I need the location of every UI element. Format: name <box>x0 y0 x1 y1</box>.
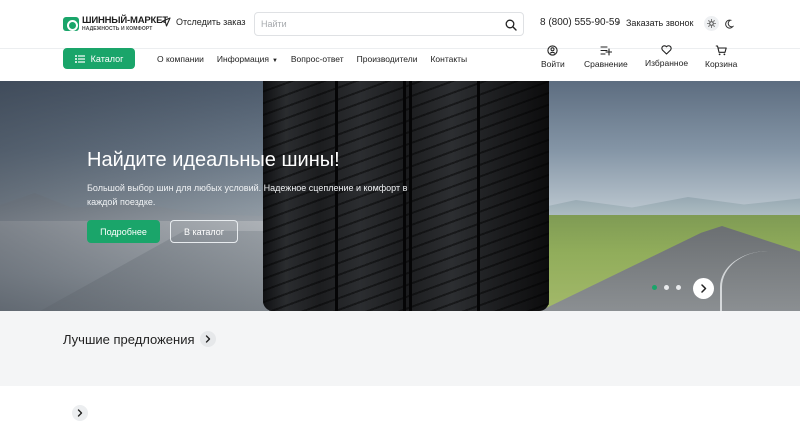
chevron-right-icon <box>205 335 211 343</box>
theme-dark-toggle[interactable] <box>724 17 735 35</box>
callback-link[interactable]: Заказать звонок <box>626 18 693 28</box>
caret-down-icon: ▼ <box>271 58 278 64</box>
slider-dot-1[interactable] <box>652 285 657 290</box>
login-label: Войти <box>541 59 565 69</box>
main-nav: О компании Информация ▼ Вопрос-ответ Прои… <box>157 54 480 64</box>
compare-icon <box>600 46 612 56</box>
heart-icon <box>661 45 672 55</box>
navigation-arrow-icon <box>161 17 171 27</box>
best-offers-section: Лучшие предложения <box>0 311 800 386</box>
separator-dot <box>617 21 620 24</box>
nav-item-brands[interactable]: Производители <box>357 54 418 64</box>
section-title: Лучшие предложения <box>63 332 195 347</box>
logo-title: ШИННЫЙ-МАРКЕТ <box>82 15 168 26</box>
to-catalog-button[interactable]: В каталог <box>170 220 238 243</box>
sun-icon <box>707 19 716 28</box>
phone-number[interactable]: 8 (800) 555-90-59 <box>540 17 620 28</box>
section-more-button[interactable] <box>72 405 88 421</box>
login-button[interactable]: Войти <box>541 45 565 69</box>
moon-icon <box>725 19 735 29</box>
logo-tagline: НАДЕЖНОСТЬ И КОМФОРТ <box>82 25 153 32</box>
track-order-link[interactable]: Отследить заказ <box>161 17 245 27</box>
slider-next-button[interactable] <box>693 278 714 299</box>
search-input[interactable] <box>261 13 496 35</box>
cart-icon <box>715 45 727 56</box>
nav-item-info-label: Информация <box>216 54 269 64</box>
compare-label: Сравнение <box>584 59 628 69</box>
nav-item-faq[interactable]: Вопрос-ответ <box>291 54 344 64</box>
hero-banner: Найдите идеальные шины! Большой выбор ши… <box>0 81 800 311</box>
chevron-right-icon <box>701 284 707 293</box>
user-icon <box>547 45 559 56</box>
list-icon <box>74 54 85 63</box>
logo[interactable]: ШИННЫЙ-МАРКЕТ НАДЕЖНОСТЬ И КОМФОРТ <box>63 16 168 32</box>
nav-item-contacts[interactable]: Контакты <box>430 54 467 64</box>
more-button[interactable]: Подробнее <box>87 220 160 243</box>
nav-item-about[interactable]: О компании <box>157 54 204 64</box>
search-icon[interactable] <box>505 18 517 36</box>
slider-dot-2[interactable] <box>664 285 669 290</box>
chevron-right-icon <box>77 409 83 417</box>
track-order-label: Отследить заказ <box>176 17 246 27</box>
slider-dot-3[interactable] <box>676 285 681 290</box>
catalog-button[interactable]: Каталог <box>63 48 135 69</box>
theme-light-toggle[interactable] <box>704 16 719 31</box>
favorites-label: Избранное <box>645 58 689 68</box>
catalog-label: Каталог <box>90 53 124 64</box>
site-header: ШИННЫЙ-МАРКЕТ НАДЕЖНОСТЬ И КОМФОРТ Отсле… <box>0 0 800 48</box>
compare-button[interactable]: Сравнение <box>584 45 628 69</box>
nav-item-info[interactable]: Информация ▼ <box>217 54 278 64</box>
search-box <box>254 12 524 36</box>
cart-button[interactable]: Корзина <box>705 45 737 69</box>
slider-dots <box>652 285 688 290</box>
offers-more-button[interactable] <box>200 331 216 347</box>
hero-description: Большой выбор шин для любых условий. Над… <box>87 183 408 207</box>
cart-label: Корзина <box>705 59 738 69</box>
logo-mark-icon <box>63 16 79 31</box>
favorites-button[interactable]: Избранное <box>645 45 688 68</box>
hero-title: Найдите идеальные шины! <box>87 149 340 171</box>
